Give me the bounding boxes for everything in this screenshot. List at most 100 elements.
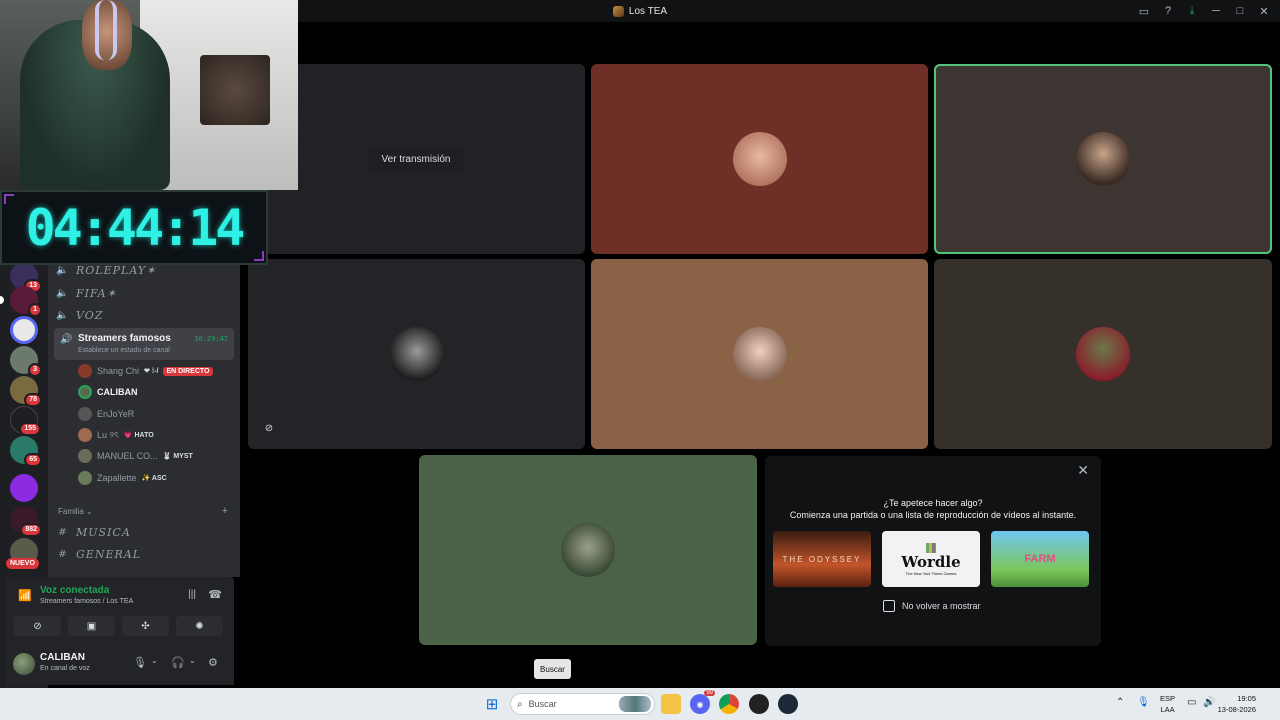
chevron-down-icon[interactable]: ⌄ (189, 656, 196, 665)
channel-voz[interactable]: 🔈 VOZ (56, 305, 234, 325)
channel-fifa[interactable]: 🔈 FIFA✶ (56, 283, 234, 303)
participant-avatar (561, 523, 615, 577)
channel-status-prompt[interactable]: Establece un estado de canal (78, 347, 170, 354)
voice-channel-name: Streamers famosos (78, 333, 171, 344)
minimize-icon[interactable]: ─ (1206, 1, 1226, 21)
avatar (78, 471, 92, 485)
language-indicator[interactable]: ESP LAA (1160, 693, 1175, 715)
game-card-farm[interactable]: FARM (991, 531, 1089, 587)
new-badge[interactable]: NUEVO (6, 558, 39, 569)
headphones-icon[interactable]: 🎧 (171, 656, 185, 669)
settings-gear-icon[interactable]: ⚙ (208, 656, 218, 669)
hash-icon: # (58, 526, 68, 538)
game-title: Wordle (901, 552, 961, 571)
server-icon-6[interactable]: 155 (10, 406, 41, 436)
discord-badge: 99 (704, 690, 715, 696)
camera-off-button[interactable]: ⊘ (14, 616, 61, 636)
server-icon-4[interactable]: 3 (10, 346, 42, 377)
noise-suppression-icon[interactable]: ||| (188, 589, 196, 600)
member-name: EnJoYeR (97, 409, 135, 419)
channel-name: MUSICA (76, 525, 131, 539)
category-label: Familia (58, 507, 84, 516)
chrome-icon[interactable] (719, 694, 739, 714)
clock-date: 13-08-2026 (1217, 705, 1256, 714)
chevron-up-icon[interactable]: ⌃ (1116, 697, 1124, 708)
video-tile-3[interactable] (934, 64, 1272, 254)
channel-musica[interactable]: # MUSICA (56, 522, 234, 542)
channel-streamers-famosos[interactable]: 🔊 Streamers famosos Establece un estado … (54, 328, 234, 360)
windows-start-icon[interactable]: ⊞ (482, 694, 502, 714)
voice-status[interactable]: Voz conectada (40, 585, 109, 596)
game-card-odyssey[interactable]: THE ODYSSEY (773, 531, 871, 587)
category-familia[interactable]: Familia ⌄ (58, 507, 93, 516)
window-title: Los TEA (612, 5, 667, 17)
avatar (78, 364, 92, 378)
clock-time: 19:05 (1237, 694, 1256, 703)
video-tile-6[interactable] (934, 259, 1272, 449)
game-subtitle: The New York Times Games (905, 570, 957, 576)
speaker-icon: 🔈 (56, 264, 70, 276)
volume-icon[interactable]: 🔊 (1203, 697, 1215, 708)
checkbox-icon[interactable] (883, 600, 895, 612)
member-name: Lu ୨ৎ (97, 429, 119, 440)
server-icon-2[interactable]: 1 (10, 286, 42, 317)
channel-name: ROLEPLAY✶ (76, 263, 157, 277)
user-panel: CALIBAN En canal de voz 🎙 ⌄ 🎧 ⌄ ⚙ (6, 641, 234, 685)
activities-button[interactable]: ✣ (122, 616, 169, 636)
close-icon[interactable]: ✕ (1254, 1, 1274, 21)
activity-description: Comienza una partida o una lista de repr… (789, 510, 1077, 520)
member-shang-chi[interactable]: Shang Chi ❤ ⁞-/ EN DIRECTO (78, 362, 213, 380)
member-zapallette[interactable]: Zapallette ✨ ASC (78, 469, 167, 487)
game-card-wordle[interactable]: Wordle The New York Times Games (882, 531, 980, 587)
timer-digits: 04:44:14 (25, 198, 246, 257)
video-tile-2[interactable] (591, 64, 928, 254)
discord-window: Los TEA ▭ ? ⤓ ─ □ ✕ 13 1 3 78 155 65 882… (0, 0, 1280, 720)
server-badge: 1 (28, 303, 42, 317)
game-title: FARM (1024, 553, 1056, 565)
maximize-icon[interactable]: □ (1230, 1, 1250, 21)
close-icon[interactable]: ✕ (1077, 462, 1089, 479)
member-enjoyer[interactable]: EnJoYeR (78, 405, 134, 423)
avatar (78, 449, 92, 463)
voice-location[interactable]: Streamers famosos / Los TEA (40, 598, 133, 605)
server-icon-8[interactable] (10, 474, 38, 502)
steam-icon[interactable] (778, 694, 798, 714)
member-lu[interactable]: Lu ୨ৎ 💗 HATO (78, 426, 154, 444)
headset-icon (95, 0, 117, 60)
inbox-icon[interactable]: ▭ (1134, 1, 1154, 21)
network-icon[interactable]: ▭ (1187, 697, 1196, 708)
disconnect-icon[interactable]: ☎ (208, 588, 222, 601)
user-name[interactable]: CALIBAN (40, 652, 85, 663)
server-icon-7[interactable]: 65 (10, 436, 42, 467)
voice-timer: 30:29:47 (194, 335, 228, 343)
member-tag: ❤ ⁞-/ (144, 368, 159, 375)
file-explorer-icon[interactable] (661, 694, 681, 714)
share-screen-button[interactable]: ▣ (68, 616, 115, 636)
chevron-down-icon[interactable]: ⌄ (151, 656, 158, 665)
dont-show-again-checkbox[interactable]: No volver a mostrar (883, 600, 981, 612)
video-tile-7[interactable] (419, 455, 757, 645)
discord-icon[interactable]: ◉ 99 (690, 690, 715, 714)
member-manuel[interactable]: MANUEL CO... 🐰 MYST (78, 447, 193, 465)
help-icon[interactable]: ? (1158, 1, 1178, 21)
soundboard-button[interactable]: ✺ (176, 616, 223, 636)
video-tile-4[interactable]: ⊘ (248, 259, 585, 449)
add-channel-icon[interactable]: + (222, 505, 228, 517)
obs-icon[interactable] (749, 694, 769, 714)
taskbar-clock[interactable]: 19:05 13-08-2026 (1218, 693, 1256, 715)
server-icon-3[interactable] (10, 316, 38, 344)
server-icon-9[interactable]: 882 (10, 506, 42, 537)
microphone-icon[interactable]: 🎙 (1137, 697, 1150, 708)
user-avatar[interactable] (13, 653, 35, 675)
signal-icon[interactable]: 📶 (18, 589, 32, 602)
video-tile-5[interactable] (591, 259, 928, 449)
watch-stream-button[interactable]: Ver transmisión (369, 146, 463, 172)
webcam-overlay (0, 0, 298, 190)
search-placeholder: Buscar (528, 699, 557, 709)
download-icon[interactable]: ⤓ (1182, 1, 1202, 21)
channel-general[interactable]: # GENERAL (56, 544, 234, 564)
member-caliban[interactable]: CALIBAN (78, 383, 138, 401)
server-icon-5[interactable]: 78 (10, 376, 42, 407)
microphone-icon[interactable]: 🎙 (133, 656, 147, 669)
taskbar-search[interactable]: ⌕ Buscar (510, 693, 655, 715)
